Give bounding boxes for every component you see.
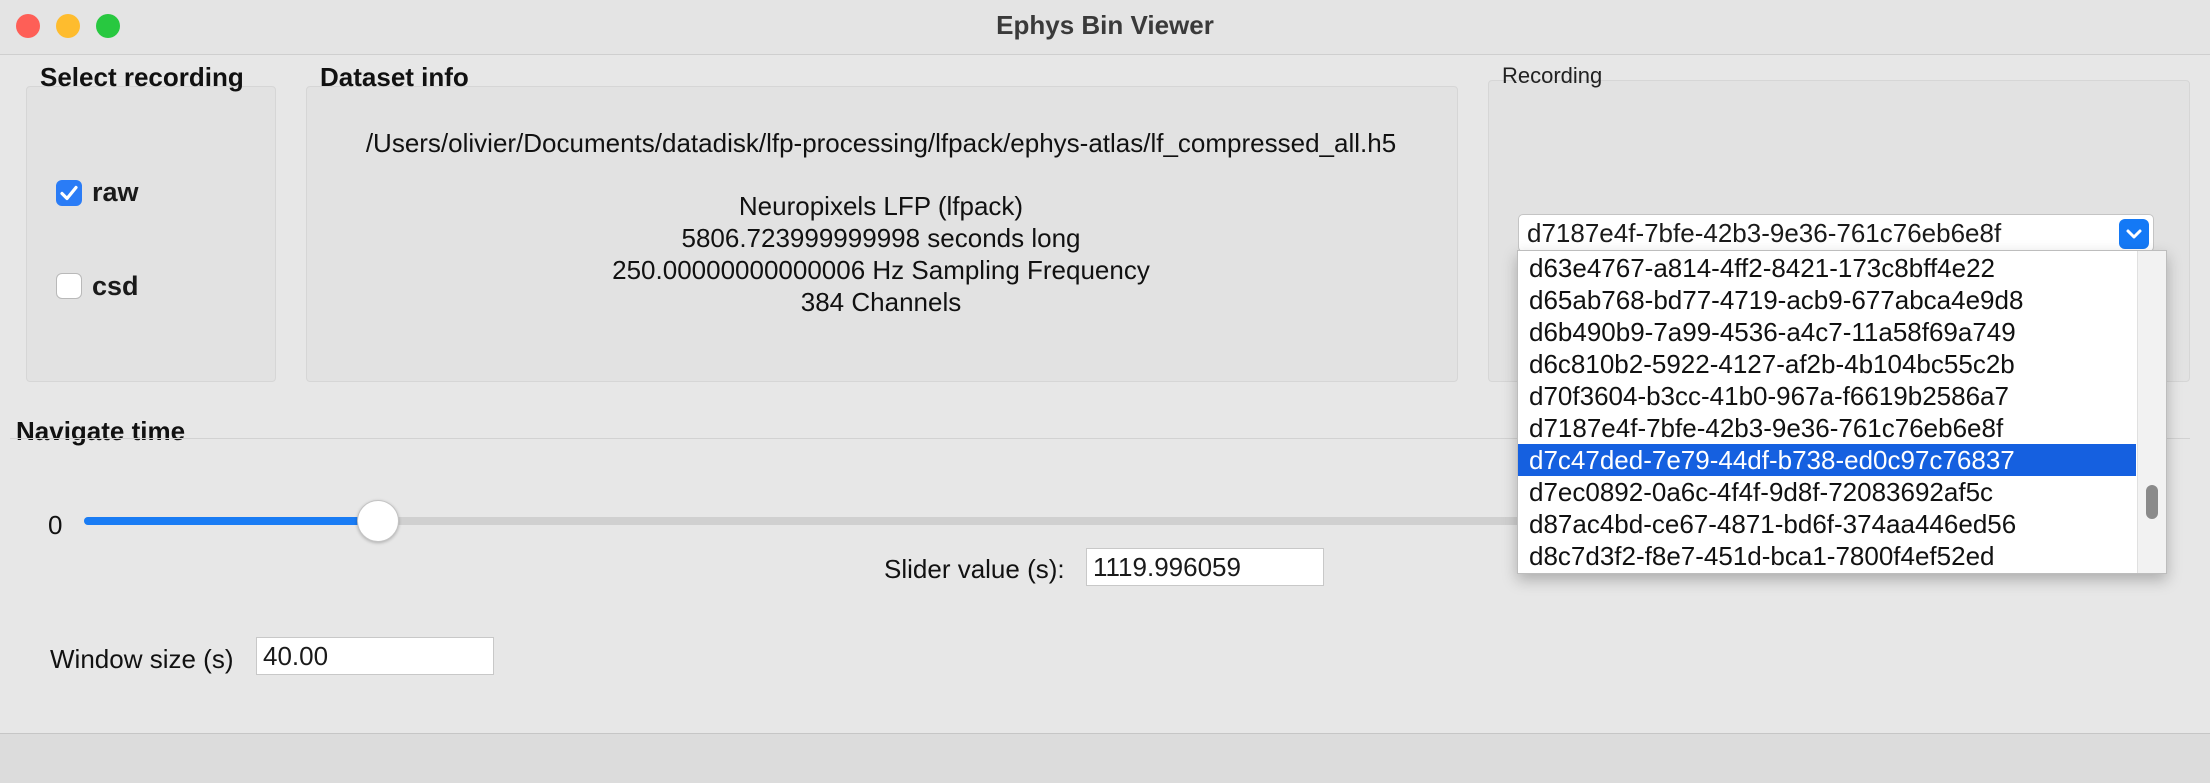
time-slider-handle[interactable] (356, 500, 399, 542)
dropdown-option[interactable]: d6c810b2-5922-4127-af2b-4b104bc55c2b (1518, 348, 2136, 380)
time-slider-fill (84, 517, 378, 525)
navigate-time-heading: Navigate time (16, 416, 186, 446)
recording-combobox-value: d7187e4f-7bfe-42b3-9e36-761c76eb6e8f (1527, 218, 2002, 248)
dataset-format: Neuropixels LFP (lfpack) (738, 191, 1024, 221)
slider-value-input[interactable]: 1119.996059 (1086, 548, 1324, 586)
dataset-path: /Users/olivier/Documents/datadisk/lfp-pr… (365, 128, 1397, 158)
window-size-label: Window size (s) (50, 644, 234, 674)
dropdown-option[interactable]: d70f3604-b3cc-41b0-967a-f6619b2586a7 (1518, 380, 2136, 412)
raw-checkbox-label[interactable]: raw (92, 177, 139, 208)
csd-checkbox[interactable] (56, 273, 82, 299)
dropdown-scrollbar-thumb[interactable] (2146, 485, 2158, 519)
dataset-info-heading: Dataset info (320, 62, 469, 92)
dropdown-option[interactable]: d65ab768-bd77-4719-acb9-677abca4e9d8 (1518, 284, 2136, 316)
select-recording-group (26, 86, 276, 382)
recording-heading: Recording (1502, 63, 1603, 88)
dropdown-option[interactable]: d63e4767-a814-4ff2-8421-173c8bff4e22 (1518, 252, 2136, 284)
dropdown-option[interactable]: d6b490b9-7a99-4536-a4c7-11a58f69a749 (1518, 316, 2136, 348)
dropdown-option[interactable]: d7ec0892-0a6c-4f4f-9d8f-72083692af5c (1518, 476, 2136, 508)
raw-checkbox[interactable] (56, 180, 82, 206)
slider-min-label: 0 (48, 510, 63, 540)
dropdown-option[interactable]: d87ac4bd-ce67-4871-bd6f-374aa446ed56 (1518, 508, 2136, 540)
dropdown-option[interactable]: d7187e4f-7bfe-42b3-9e36-761c76eb6e8f (1518, 412, 2136, 444)
recording-combobox[interactable]: d7187e4f-7bfe-42b3-9e36-761c76eb6e8f (1518, 214, 2154, 252)
dataset-sampling-frequency: 250.00000000000006 Hz Sampling Frequency (612, 255, 1150, 285)
dataset-duration: 5806.723999999998 seconds long (681, 223, 1081, 253)
slider-value-label: Slider value (s): (884, 554, 1065, 584)
title-bar: Ephys Bin Viewer (0, 0, 2210, 55)
window-title: Ephys Bin Viewer (996, 10, 1214, 40)
dropdown-scrollbar[interactable] (2137, 251, 2166, 573)
window-size-input[interactable]: 40.00 (256, 637, 494, 675)
checkmark-icon (60, 185, 78, 201)
csd-checkbox-label[interactable]: csd (92, 271, 139, 302)
dataset-channels: 384 Channels (800, 287, 962, 317)
recording-dropdown-list[interactable]: d63e4767-a814-4ff2-8421-173c8bff4e22 d65a… (1517, 250, 2167, 574)
select-recording-heading: Select recording (40, 62, 244, 92)
dropdown-option[interactable]: d8c7d3f2-f8e7-451d-bca1-7800f4ef52ed (1518, 540, 2136, 572)
dropdown-option[interactable]: d7c47ded-7e79-44df-b738-ed0c97c76837 (1518, 444, 2136, 476)
status-bar (0, 733, 2210, 783)
chevron-down-icon[interactable] (2119, 219, 2149, 249)
